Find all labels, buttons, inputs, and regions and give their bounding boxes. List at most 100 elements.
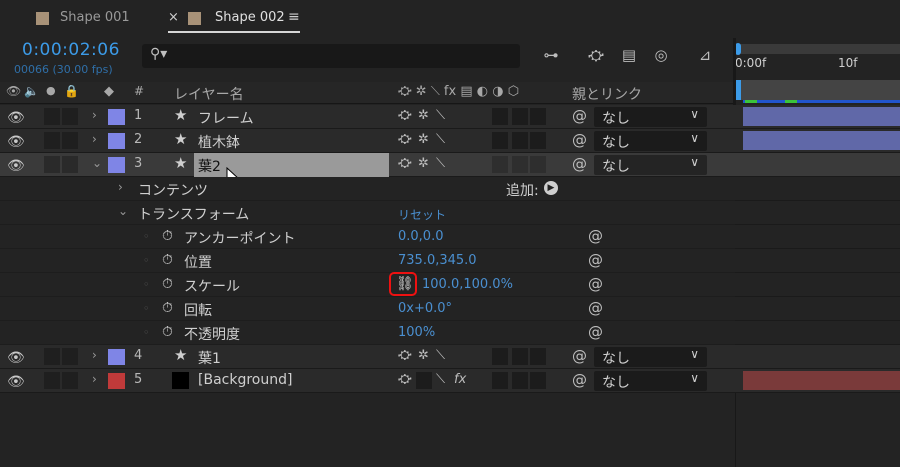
parent-dropdown[interactable]: なし ∨ [594, 107, 707, 127]
collapse-chevron-icon[interactable]: ⌄ [92, 156, 102, 170]
collapse-switch-icon[interactable]: ✲ [418, 132, 429, 147]
visibility-eye-icon[interactable]: 👁 [7, 134, 25, 150]
effects-switch-icon[interactable]: fx [454, 372, 466, 387]
shy-switch-icon[interactable]: ⛮ [398, 348, 412, 363]
expression-pick-icon[interactable]: @ [588, 251, 603, 269]
layer-track[interactable] [735, 129, 900, 153]
switch-box[interactable] [492, 156, 508, 173]
layer-row-selected[interactable]: 👁 ⌄ 3 ★ 葉2 ⛮ ✲ ⟍ @ なし ∨ [0, 153, 735, 188]
expand-chevron-icon[interactable]: › [92, 372, 97, 386]
expression-pick-icon[interactable]: @ [588, 227, 603, 245]
draft-3d-icon[interactable]: ⛮ [585, 46, 607, 66]
label-color[interactable] [108, 373, 125, 389]
layer-row[interactable]: 👁 › 2 ★ 植木鉢 ⛮ ✲ ⟍ @ なし ∨ [0, 129, 735, 153]
quality-switch-icon[interactable]: ⟍ [436, 108, 445, 123]
layer-duration-bar[interactable] [743, 107, 900, 126]
property-value[interactable]: 0.0,0.0 [398, 229, 443, 244]
layer-track[interactable] [735, 369, 900, 393]
current-time-display[interactable]: 0:00:02:06 [22, 40, 120, 60]
parent-dropdown[interactable]: なし ∨ [594, 155, 707, 175]
collapse-switch-icon[interactable]: ✲ [418, 348, 429, 363]
lock-toggle[interactable] [62, 132, 78, 149]
expand-chevron-icon[interactable]: › [92, 348, 97, 362]
expression-pick-icon[interactable]: @ [588, 275, 603, 293]
motion-blur-icon[interactable]: ◎ [650, 46, 672, 66]
reset-link[interactable]: リセット [398, 206, 446, 223]
switch-box[interactable] [530, 108, 546, 125]
property-value[interactable]: 0x+0.0° [398, 301, 452, 316]
tab-shape-002[interactable]: Shape 002 [215, 10, 285, 25]
solo-toggle[interactable] [44, 108, 60, 125]
pick-whip-icon[interactable]: @ [572, 107, 587, 125]
pick-whip-icon[interactable]: @ [572, 347, 587, 365]
switch-box[interactable] [512, 348, 528, 365]
layer-duration-bar[interactable] [743, 131, 900, 150]
label-color[interactable] [108, 109, 125, 125]
layer-name[interactable]: 葉2 [198, 156, 221, 176]
property-row-position[interactable]: ◦ ⏱ 位置 735.0,345.0 @ [0, 249, 735, 273]
quality-switch-icon[interactable]: ⟍ [436, 372, 445, 387]
quality-switch-icon[interactable]: ⟍ [436, 156, 445, 171]
switch-box[interactable] [492, 132, 508, 149]
stopwatch-icon[interactable]: ⏱ [162, 324, 173, 340]
lock-toggle[interactable] [62, 348, 78, 365]
layer-track[interactable] [735, 153, 900, 177]
property-row-anchor[interactable]: ◦ ⏱ アンカーポイント 0.0,0.0 @ [0, 225, 735, 249]
composition-flowchart-icon[interactable]: ⊶ [540, 46, 562, 66]
stopwatch-icon[interactable]: ⏱ [162, 300, 173, 316]
shy-switch-icon[interactable]: ⛮ [398, 132, 412, 147]
layer-row[interactable]: 👁 › 5 [Background] ⛮ ⟍ fx @ なし ∨ [0, 369, 735, 393]
collapse-switch-icon[interactable]: ✲ [418, 156, 429, 171]
layer-duration-bar[interactable] [743, 371, 900, 390]
switch-box[interactable] [512, 372, 528, 389]
solo-toggle[interactable] [44, 348, 60, 365]
layer-name[interactable]: 葉1 [198, 348, 221, 368]
parent-dropdown[interactable]: なし ∨ [594, 347, 707, 367]
work-area-bar[interactable] [735, 44, 900, 54]
property-value[interactable]: 100.0,100.0% [422, 277, 513, 292]
shy-switch-icon[interactable]: ⛮ [398, 156, 412, 171]
time-ruler[interactable]: 0:00f 10f [735, 40, 900, 103]
pick-whip-icon[interactable]: @ [572, 155, 587, 173]
switch-box[interactable] [530, 372, 546, 389]
switch-box[interactable] [512, 156, 528, 173]
switch-box[interactable] [530, 156, 546, 173]
switch-box[interactable] [492, 108, 508, 125]
lock-toggle[interactable] [62, 108, 78, 125]
expand-chevron-icon[interactable]: › [92, 108, 97, 122]
constrain-proportions-link-icon[interactable]: ⛓ [396, 276, 414, 292]
add-menu-button[interactable]: ▶ [544, 181, 558, 195]
contents-group-row[interactable]: › コンテンツ 追加: ▶ [0, 177, 735, 201]
collapse-chevron-icon[interactable]: ⌄ [118, 204, 128, 218]
expression-pick-icon[interactable]: @ [588, 299, 603, 317]
parent-dropdown[interactable]: なし ∨ [594, 131, 707, 151]
solo-toggle[interactable] [44, 156, 60, 173]
label-color[interactable] [108, 349, 125, 365]
pick-whip-icon[interactable]: @ [572, 131, 587, 149]
shy-switch-icon[interactable]: ⛮ [398, 108, 412, 123]
shy-switch-icon[interactable]: ⛮ [398, 372, 412, 387]
property-row-opacity[interactable]: ◦ ⏱ 不透明度 100% @ [0, 321, 735, 345]
expand-chevron-icon[interactable]: › [92, 132, 97, 146]
tab-shape-001[interactable]: Shape 001 [60, 10, 130, 25]
layer-track[interactable] [735, 345, 900, 369]
stopwatch-icon[interactable]: ⏱ [162, 228, 173, 244]
layer-track[interactable] [735, 105, 900, 129]
expression-pick-icon[interactable]: @ [588, 323, 603, 341]
quality-switch-icon[interactable]: ⟍ [436, 132, 445, 147]
menu-icon[interactable]: ≡ [288, 9, 300, 25]
quality-switch-icon[interactable]: ⟍ [436, 348, 445, 363]
parent-dropdown[interactable]: なし ∨ [594, 371, 707, 391]
property-row-scale[interactable]: ◦ ⏱ スケール ⛓ 100.0,100.0% @ [0, 272, 735, 297]
transform-group-row[interactable]: ⌄ トランスフォーム リセット [0, 201, 735, 225]
pick-whip-icon[interactable]: @ [572, 371, 587, 389]
switch-box[interactable] [492, 348, 508, 365]
stopwatch-icon[interactable]: ⏱ [162, 252, 173, 268]
frame-blend-icon[interactable]: ▤ [618, 46, 640, 66]
property-value[interactable]: 100% [398, 325, 435, 340]
switch-box[interactable] [512, 132, 528, 149]
switch-box[interactable] [530, 348, 546, 365]
layer-name[interactable]: フレーム [198, 108, 254, 128]
layer-name-edit-field[interactable]: 葉2 [194, 153, 389, 177]
layer-row[interactable]: 👁 › 4 ★ 葉1 ⛮ ✲ ⟍ @ なし ∨ [0, 345, 735, 369]
